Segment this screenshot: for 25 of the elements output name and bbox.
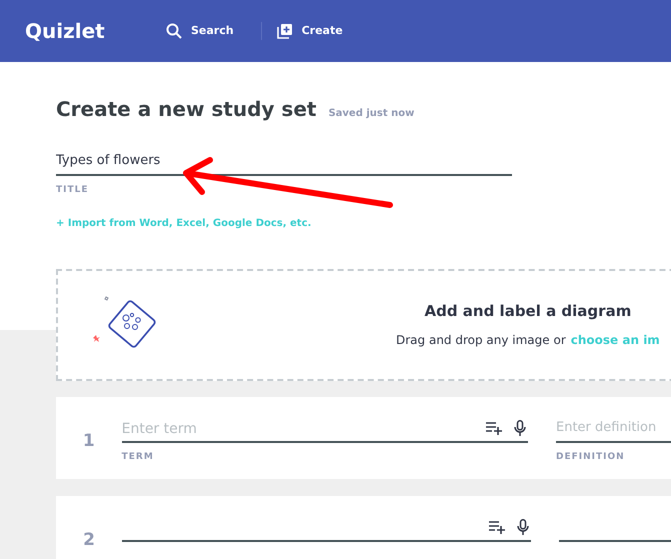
save-status: Saved just now [328,107,414,121]
nav-button[interactable]: Create [276,22,356,40]
title-field[interactable]: Types of flowers [56,148,512,176]
definition-input[interactable]: Enter definition [556,418,671,438]
page-title: Create a new study set [56,96,316,123]
term-label: TERM [122,450,155,464]
definition-field[interactable]: Enter definition [556,414,671,442]
add-list-icon[interactable] [488,520,505,534]
term-input[interactable]: Enter term [122,418,322,440]
diagram-text: Drag and drop any image or [396,332,566,349]
definition-label: DEFINITION [556,450,626,464]
add-card-icon [276,23,293,39]
title-input[interactable]: Types of flowers [56,151,512,171]
add-list-icon[interactable] [486,420,502,434]
diagram-dropzone[interactable]: Add and label a diagram Drag and drop any image or choose an im [56,268,671,380]
search-icon [166,23,182,39]
card-number: 2 [82,528,96,552]
diagram-title: Add and label a diagram [424,301,632,322]
term-field[interactable]: Enter term [122,414,528,442]
logo[interactable]: Quizlet [25,16,165,46]
nav-button[interactable]: Search [165,22,247,40]
microphone-icon[interactable] [514,420,526,436]
title-label: TITLE [56,184,90,197]
microphone-icon[interactable] [516,518,529,534]
card-number: 1 [82,430,96,452]
